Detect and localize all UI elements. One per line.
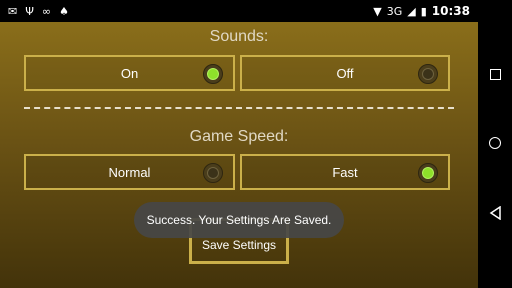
- android-icon: ♠: [59, 4, 69, 18]
- network-type: 3G: [386, 4, 403, 18]
- status-icons-left: ✉ Ψ ∞ ♠: [8, 5, 69, 18]
- clock: 10:38: [431, 4, 470, 18]
- speed-normal-label: Normal: [108, 164, 151, 180]
- speed-normal-option[interactable]: Normal: [24, 154, 235, 190]
- success-toast: Success. Your Settings Are Saved.: [134, 202, 344, 238]
- sound-on-option[interactable]: On: [24, 55, 235, 91]
- sound-on-label: On: [120, 65, 139, 81]
- radio-dot-icon: [207, 167, 219, 179]
- battery-icon: ▮: [420, 4, 427, 18]
- game-speed-title: Game Speed:: [189, 128, 289, 145]
- speed-fast-option[interactable]: Fast: [240, 154, 450, 190]
- usb-icon: Ψ: [25, 4, 34, 18]
- navigation-bar: [478, 0, 512, 288]
- wifi-icon: ▼: [373, 4, 382, 18]
- recent-apps-icon[interactable]: [489, 68, 501, 80]
- section-divider: [24, 107, 454, 109]
- radio-dot-icon: [422, 68, 434, 80]
- speed-fast-label: Fast: [332, 164, 358, 180]
- back-icon[interactable]: [489, 205, 502, 220]
- sound-off-radio[interactable]: [418, 64, 438, 84]
- radio-dot-icon: [422, 167, 434, 179]
- mail-icon: ✉: [8, 4, 18, 18]
- sounds-title: Sounds:: [209, 28, 269, 45]
- status-icons-right: ▼ 3G ◢ ▮ 10:38: [373, 4, 470, 18]
- signal-icon: ◢: [407, 4, 416, 18]
- home-icon[interactable]: [489, 136, 501, 149]
- radio-dot-icon: [207, 68, 219, 80]
- speed-fast-radio[interactable]: [418, 163, 438, 183]
- status-bar: ✉ Ψ ∞ ♠ ▼ 3G ◢ ▮ 10:38: [0, 0, 478, 22]
- sound-on-radio[interactable]: [203, 64, 223, 84]
- speed-normal-radio[interactable]: [203, 163, 223, 183]
- incognito-icon: ∞: [41, 4, 52, 18]
- sound-off-label: Off: [336, 65, 354, 81]
- settings-screen: Sounds: On Off Game Speed: Normal Fast S…: [0, 22, 478, 288]
- sound-off-option[interactable]: Off: [240, 55, 450, 91]
